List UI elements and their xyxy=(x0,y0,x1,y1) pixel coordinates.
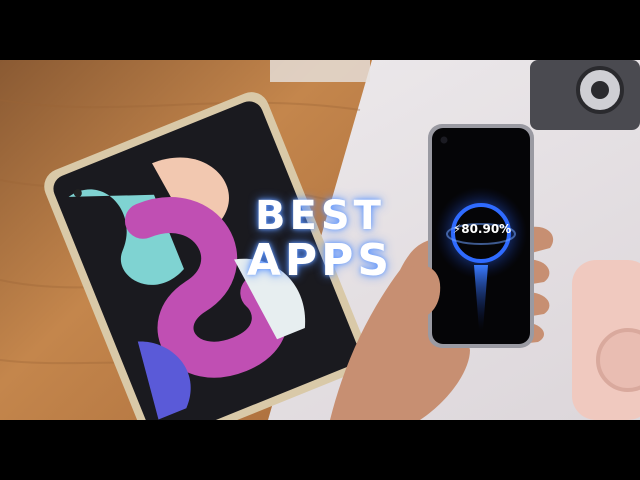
phone-camera xyxy=(440,136,448,144)
phone-right xyxy=(428,124,534,348)
headline-line2: APPS xyxy=(246,235,394,286)
charging-percent: 80.90% xyxy=(461,222,512,236)
letterbox-bottom xyxy=(0,420,640,480)
letterbox-top xyxy=(0,0,640,60)
thumbnail-image: ⚡80.90% BEST APPS xyxy=(0,60,640,420)
headline-line1: BEST xyxy=(255,193,385,239)
pink-camera-object xyxy=(572,260,640,420)
camera-object xyxy=(530,60,640,130)
charging-percent-label: ⚡80.90% xyxy=(447,222,517,236)
headline: BEST APPS xyxy=(230,194,410,284)
blurred-object xyxy=(270,60,370,82)
lightning-icon: ⚡ xyxy=(452,222,462,236)
